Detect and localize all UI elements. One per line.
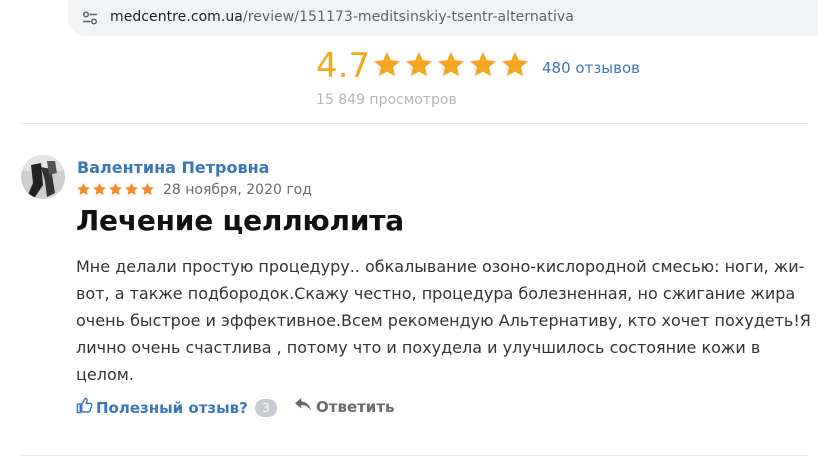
thumbs-up-icon bbox=[76, 397, 93, 418]
tune-icon[interactable] bbox=[82, 10, 98, 26]
star-icon bbox=[141, 182, 154, 196]
reply-arrow-icon bbox=[294, 397, 312, 417]
rating-value: 4.7 bbox=[316, 46, 371, 86]
helpful-button[interactable]: Полезный отзыв? bbox=[76, 397, 248, 418]
review-title: Лечение целлюлита bbox=[76, 204, 404, 237]
review-body-line: лично очень счастлива , потому что и пох… bbox=[76, 338, 761, 357]
author-name[interactable]: Валентина Петровна bbox=[77, 158, 269, 177]
star-icon bbox=[93, 182, 106, 196]
star-icon bbox=[374, 51, 400, 77]
rating-stars bbox=[372, 50, 530, 80]
star-icon bbox=[438, 51, 464, 77]
star-icon bbox=[109, 182, 122, 196]
avatar[interactable] bbox=[21, 155, 65, 199]
review-body-line: Мне делали простую процедуру.. обкалыван… bbox=[76, 257, 805, 276]
review-stars bbox=[76, 182, 155, 197]
divider bbox=[20, 455, 808, 456]
helpful-count-badge: 3 bbox=[255, 399, 277, 417]
star-icon bbox=[502, 51, 528, 77]
star-icon bbox=[470, 51, 496, 77]
url-text[interactable]: medcentre.com.ua/review/151173-meditsins… bbox=[110, 9, 574, 25]
reviews-count-link[interactable]: 480 отзывов bbox=[542, 58, 640, 78]
reply-label: Ответить bbox=[316, 398, 395, 416]
review-body-line: вот, а также подбородок.Скажу честно, пр… bbox=[76, 284, 796, 303]
reply-button[interactable]: Ответить bbox=[294, 397, 395, 417]
review-body: Мне делали простую процедуру.. обкалыван… bbox=[76, 253, 811, 388]
review-date: 28 ноября, 2020 год bbox=[163, 182, 312, 198]
star-icon bbox=[406, 51, 432, 77]
star-icon bbox=[77, 182, 90, 196]
url-path: /review/151173-meditsinskiy-tsentr-alter… bbox=[242, 9, 574, 25]
views-count: 15 849 просмотров bbox=[316, 92, 457, 108]
helpful-label: Полезный отзыв? bbox=[96, 398, 248, 417]
url-host: medcentre.com.ua bbox=[110, 9, 243, 25]
star-icon bbox=[125, 182, 138, 196]
address-bar[interactable]: medcentre.com.ua/review/151173-meditsins… bbox=[68, 0, 818, 36]
divider bbox=[20, 123, 808, 124]
review-body-line: целом. bbox=[76, 365, 134, 384]
review-body-line: очень быстрое и эффективное.Всем рекомен… bbox=[76, 311, 811, 330]
